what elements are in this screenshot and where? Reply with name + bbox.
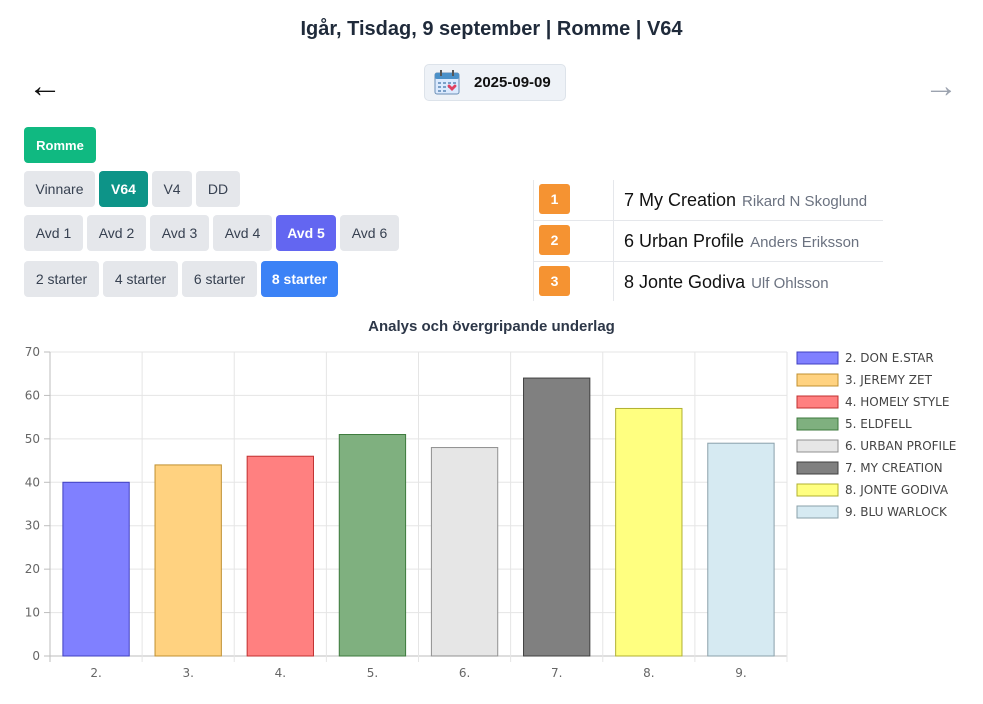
- starts-filter-4[interactable]: 4 starter: [103, 261, 178, 297]
- game-type-v4[interactable]: V4: [152, 171, 192, 207]
- y-tick-label: 20: [25, 562, 40, 576]
- game-type-vinnare[interactable]: Vinnare: [24, 171, 95, 207]
- driver-name: Ulf Ohlsson: [751, 275, 829, 292]
- game-type-v64[interactable]: V64: [99, 171, 148, 207]
- y-tick-label: 30: [25, 519, 40, 533]
- legend-swatch: [796, 395, 839, 409]
- bar-7: [523, 377, 591, 657]
- selected-date: 2025-09-09: [474, 74, 551, 91]
- x-tick-label: 4.: [275, 666, 286, 680]
- legend-swatch: [796, 373, 839, 387]
- bar-4: [246, 455, 314, 657]
- place-badge: 1: [539, 184, 570, 214]
- y-tick-label: 10: [25, 606, 40, 620]
- legend-label: 3. JEREMY ZET: [845, 373, 933, 387]
- result-row: 1 7 My Creation Rikard N Skoglund: [533, 180, 883, 221]
- driver-name: Rikard N Skoglund: [742, 193, 868, 210]
- horse-name: 7 My Creation: [624, 190, 737, 210]
- bar-8: [615, 407, 683, 657]
- bar-5: [338, 434, 407, 657]
- y-tick-label: 40: [25, 475, 40, 489]
- analysis-bar-chart: 0 10 20 30 40 50 60 70 2. 3. 4. 5. 6. 7. 8. 9. 2. DON E.…: [25, 345, 957, 680]
- horse-name: 6 Urban Profile: [624, 231, 745, 251]
- x-tick-label: 5.: [367, 666, 378, 680]
- legend-label: 9. BLU WARLOCK: [845, 505, 948, 519]
- legend-swatch: [796, 483, 839, 497]
- legend-label: 7. MY CREATION: [845, 461, 943, 475]
- legend-swatch: [796, 439, 839, 453]
- race-tab-avd-3[interactable]: Avd 3: [150, 215, 209, 251]
- x-tick-label: 3.: [182, 666, 193, 680]
- y-tick-label: 60: [25, 388, 40, 402]
- legend-label: 5. ELDFELL: [845, 417, 912, 431]
- starts-filter-2[interactable]: 2 starter: [24, 261, 99, 297]
- bar-9: [707, 442, 775, 657]
- x-tick-label: 9.: [735, 666, 746, 680]
- legend-label: 6. URBAN PROFILE: [845, 439, 956, 453]
- y-tick-label: 50: [25, 432, 40, 446]
- legend-swatch: [796, 417, 839, 431]
- y-tick-label: 70: [25, 345, 40, 359]
- starts-filter-8[interactable]: 8 starter: [261, 261, 338, 297]
- x-tick-label: 8.: [643, 666, 654, 680]
- race-tab-avd-6[interactable]: Avd 6: [340, 215, 399, 251]
- calendar-icon: [434, 69, 460, 94]
- next-day-arrow-icon[interactable]: →: [924, 66, 958, 106]
- place-badge: 2: [539, 225, 570, 255]
- race-tab-avd-2[interactable]: Avd 2: [87, 215, 146, 251]
- x-tick-label: 2.: [90, 666, 101, 680]
- bar-2: [62, 481, 130, 657]
- date-picker[interactable]: 2025-09-09: [424, 64, 566, 101]
- game-type-dd[interactable]: DD: [196, 171, 240, 207]
- legend-swatch: [796, 351, 839, 365]
- bar-3: [154, 464, 222, 657]
- legend-swatch: [796, 505, 839, 519]
- y-tick-label: 0: [32, 649, 40, 663]
- legend-label: 2. DON E.STAR: [845, 351, 934, 365]
- prev-day-arrow-icon[interactable]: ←: [28, 66, 62, 106]
- track-button-romme[interactable]: Romme: [24, 127, 96, 163]
- legend-swatch: [796, 461, 839, 475]
- bar-6: [430, 447, 499, 657]
- x-tick-label: 7.: [551, 666, 562, 680]
- starts-filter-6[interactable]: 6 starter: [182, 261, 257, 297]
- race-tab-avd-1[interactable]: Avd 1: [24, 215, 83, 251]
- result-row: 3 8 Jonte Godiva Ulf Ohlsson: [533, 262, 883, 302]
- result-row: 2 6 Urban Profile Anders Eriksson: [533, 221, 883, 262]
- page-title: Igår, Tisdag, 9 september | Romme | V64: [300, 18, 683, 40]
- x-tick-label: 6.: [459, 666, 470, 680]
- results-table: 1 7 My Creation Rikard N Skoglund 2 6 Urb…: [533, 180, 883, 302]
- legend-label: 4. HOMELY STYLE: [845, 395, 949, 409]
- legend-label: 8. JONTE GODIVA: [845, 483, 949, 497]
- race-tab-avd-5[interactable]: Avd 5: [276, 215, 336, 251]
- driver-name: Anders Eriksson: [750, 234, 860, 251]
- race-tab-avd-4[interactable]: Avd 4: [213, 215, 272, 251]
- place-badge: 3: [539, 266, 570, 296]
- horse-name: 8 Jonte Godiva: [624, 272, 746, 292]
